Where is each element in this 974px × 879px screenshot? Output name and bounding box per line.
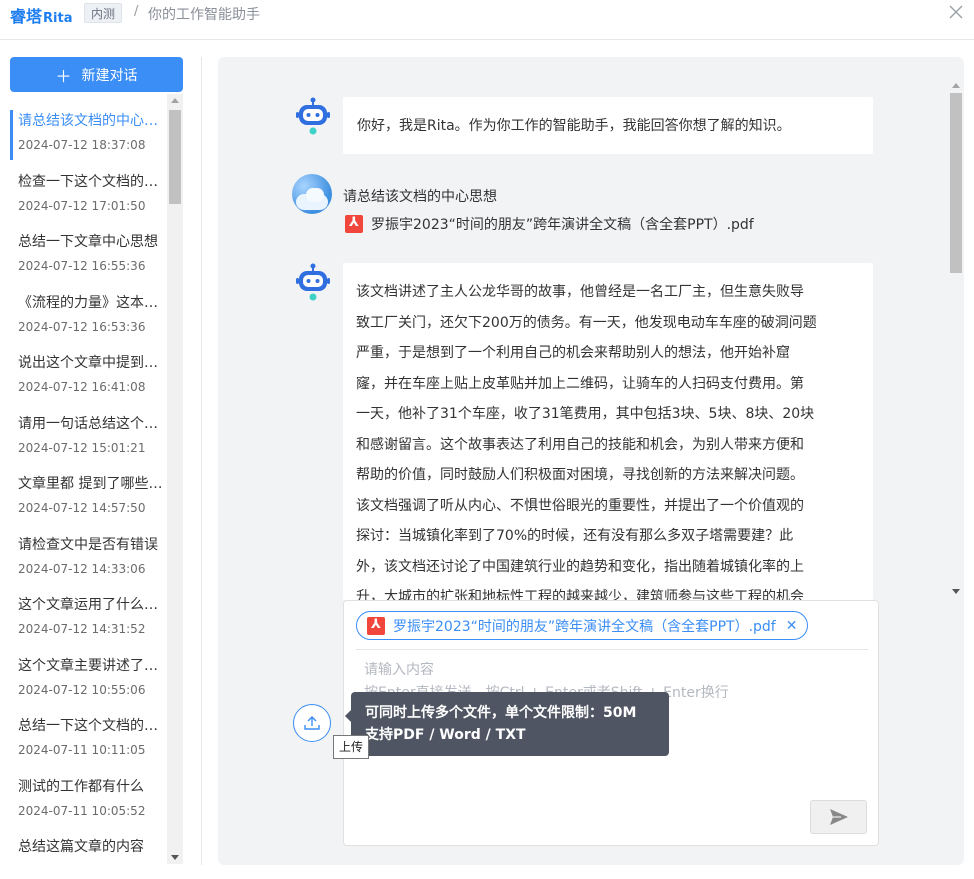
- conversation-time: 2024-07-12 17:01:50: [18, 198, 146, 213]
- upload-label-tooltip: 上传: [333, 735, 370, 759]
- app-header: 睿塔Rita 内测 / 你的工作智能助手: [0, 0, 974, 40]
- new-chat-button[interactable]: ＋ 新建对话: [10, 57, 183, 92]
- page-subtitle: 你的工作智能助手: [148, 7, 260, 23]
- conversation-item[interactable]: 说出这个文章中提到的内容 2024-07-12 16:41:08: [10, 346, 166, 407]
- answer-line: 和感谢留言。这个故事表达了利用自己的技能和机会，为别人带来方便和: [356, 436, 804, 453]
- conversation-title: 说出这个文章中提到的内容: [18, 355, 163, 371]
- send-icon: [829, 809, 848, 825]
- conversation-title: 总结一下这个文档的内容: [18, 718, 163, 734]
- beta-tag: 内测: [84, 3, 123, 23]
- conversation-item[interactable]: 这个文章主要讲述了什么 2024-07-12 10:55:06: [10, 649, 166, 710]
- conversation-time: 2024-07-12 14:31:52: [18, 622, 146, 636]
- robot-icon: [293, 262, 333, 302]
- scrollbar-thumb[interactable]: [169, 110, 181, 204]
- conversation-time: 2024-07-12 16:41:08: [18, 380, 146, 394]
- conversation-title: 总结这篇文章的内容: [18, 839, 144, 855]
- answer-line: 严重，于是想到了一个利用自己的机会来帮助别人的想法，他开始补窟: [356, 345, 790, 361]
- attached-file-name: 罗振宇2023“时间的朋友”跨年演讲全文稿（含全套PPT）.pdf: [371, 217, 754, 233]
- conversation-item[interactable]: 总结一下这个文档的内容 2024-07-11 10:11:05: [10, 709, 166, 770]
- conversation-title: 《流程的力量》这本书讲了什么: [18, 294, 163, 311]
- chat-scrollbar[interactable]: [948, 79, 964, 599]
- conversation-time: 2024-07-11 10:11:05: [18, 743, 146, 757]
- conversation-item[interactable]: 测试的工作都有什么 2024-07-11 10:05:52: [10, 770, 166, 831]
- conversation-time: 2024-07-12 18:37:08: [18, 138, 146, 152]
- avatar: [292, 174, 332, 214]
- conversation-item[interactable]: 检查一下这个文档的内容 2024-07-12 17:01:50: [10, 165, 166, 226]
- answer-line: 该文档强调了听从内心、不惧世俗眼光的重要性，并提出了一个价值观的: [356, 497, 804, 514]
- conversation-title: 请用一句话总结这个文档: [18, 415, 163, 432]
- conversation-time: 2024-07-12 14:57:50: [18, 501, 146, 515]
- conversation-item[interactable]: 总结一下文章中心思想 2024-07-12 16:55:36: [10, 225, 166, 286]
- tooltip-line: 支持PDF / Word / TXT: [365, 727, 526, 743]
- robot-icon: [293, 96, 333, 136]
- panel-divider: [201, 57, 202, 865]
- answer-line: 一天，他补了31个车座，收了31笔费用，其中包括3块、5块、8块、20块: [356, 406, 815, 422]
- conversation-title: 请检查文中是否有错误: [18, 536, 158, 553]
- attached-file-chip[interactable]: 罗振宇2023“时间的朋友”跨年演讲全文稿（含全套PPT）.pdf ✕: [356, 611, 809, 640]
- answer-line: 致工厂关门，还欠下200万的债务。有一天，他发现电动车车座的破洞问题: [356, 314, 817, 331]
- pdf-icon: [367, 616, 385, 635]
- plus-icon: ＋: [55, 66, 72, 86]
- answer-line: 外，该文档还讨论了中国建筑行业的趋势和变化，指出随着城镇化率的上: [356, 558, 804, 575]
- conversation-time: 2024-07-12 16:53:36: [18, 319, 146, 334]
- input-divider: [356, 649, 868, 650]
- conversation-time: 2024-07-12 14:33:06: [18, 561, 146, 576]
- conversation-title: 测试的工作都有什么: [18, 778, 144, 795]
- pdf-icon: [345, 215, 363, 233]
- scroll-down-arrow-icon[interactable]: [171, 855, 179, 860]
- conversation-item[interactable]: 这个文章运用了什么手法 2024-07-12 14:31:52: [10, 588, 166, 649]
- new-chat-label: 新建对话: [81, 67, 138, 84]
- tooltip-line: 可同时上传多个文件，单个文件限制：50M: [365, 705, 637, 721]
- conversation-title: 总结一下文章中心思想: [18, 234, 158, 250]
- brand-name-cn: 睿塔: [10, 7, 43, 26]
- bot-answer-message: 该文档讲述了主人公龙华哥的故事，他曾经是一名工厂主，但生意失败导 致工厂关门，还…: [343, 263, 873, 600]
- conversation-title: 这个文章运用了什么手法: [18, 597, 163, 613]
- conversation-title: 这个文章主要讲述了什么: [18, 657, 163, 674]
- scroll-up-arrow-icon[interactable]: [171, 98, 179, 103]
- conversation-item[interactable]: 请检查文中是否有错误 2024-07-12 14:33:06: [10, 528, 166, 589]
- scroll-down-arrow-icon[interactable]: [952, 589, 960, 594]
- attached-file-chip-name: 罗振宇2023“时间的朋友”跨年演讲全文稿（含全套PPT）.pdf: [393, 618, 776, 635]
- conversation-item[interactable]: 《流程的力量》这本书讲了什么 2024-07-12 16:53:36: [10, 286, 166, 347]
- conversation-time: 2024-07-12 16:55:36: [18, 259, 146, 273]
- answer-line: 窿，并在车座上贴上皮革贴并加上二维码，让骑车的人扫码支付费用。第: [356, 375, 804, 392]
- answer-line: 探讨：当城镇化率到了70%的时候，还有没有那么多双子塔需要建？此: [356, 528, 794, 544]
- input-placeholder: 请输入内容: [364, 662, 434, 678]
- conversation-time: 2024-07-11 10:05:52: [18, 803, 146, 818]
- conversation-title: 请总结该文档的中心思想: [18, 113, 163, 129]
- conversation-item[interactable]: 请用一句话总结这个文档 2024-07-12 15:01:21: [10, 407, 166, 468]
- scrollbar-thumb[interactable]: [950, 93, 962, 273]
- brand-logo: 睿塔Rita: [10, 3, 72, 27]
- conversation-time: 2024-07-12 15:01:21: [18, 440, 146, 455]
- conversation-list: 请总结该文档的中心思想 2024-07-12 18:37:08 检查一下这个文档…: [10, 104, 166, 864]
- send-button[interactable]: [810, 800, 867, 834]
- scroll-up-arrow-icon[interactable]: [952, 83, 960, 88]
- brand-name-en: Rita: [43, 11, 73, 26]
- conversation-item[interactable]: 文章里都 提到了哪些内容 2024-07-12 14:57:50: [10, 467, 166, 528]
- conversation-item[interactable]: 请总结该文档的中心思想 2024-07-12 18:37:08: [10, 104, 166, 165]
- conversation-title: 检查一下这个文档的内容: [18, 173, 163, 190]
- bot-message: 你好，我是Rita。作为你工作的智能助手，我能回答你想了解的知识。: [343, 97, 873, 154]
- answer-line: 该文档讲述了主人公龙华哥的故事，他曾经是一名工厂主，但生意失败导: [356, 284, 804, 300]
- upload-button[interactable]: [293, 704, 331, 742]
- upload-tooltip: 可同时上传多个文件，单个文件限制：50M 支持PDF / Word / TXT: [345, 692, 669, 756]
- breadcrumb-separator: /: [134, 4, 139, 19]
- conversation-title: 文章里都 提到了哪些内容: [18, 476, 163, 492]
- user-attached-file[interactable]: 罗振宇2023“时间的朋友”跨年演讲全文稿（含全套PPT）.pdf: [345, 214, 754, 234]
- conversation-time: 2024-07-12 10:55:06: [18, 682, 146, 697]
- conversation-item[interactable]: 总结这篇文章的内容: [10, 830, 166, 864]
- close-icon[interactable]: [945, 1, 967, 23]
- remove-file-icon[interactable]: ✕: [786, 618, 798, 634]
- upload-icon: [304, 716, 320, 730]
- answer-line: 升，大城市的扩张和地标性工程的越来越少，建筑师参与这些工程的机会: [356, 589, 804, 600]
- answer-line: 帮助的价值，同时鼓励人们积极面对困境，寻找创新的方法来解决问题。: [356, 467, 804, 483]
- sidebar-scrollbar[interactable]: [167, 94, 183, 864]
- user-message: 请总结该文档的中心思想: [343, 189, 497, 205]
